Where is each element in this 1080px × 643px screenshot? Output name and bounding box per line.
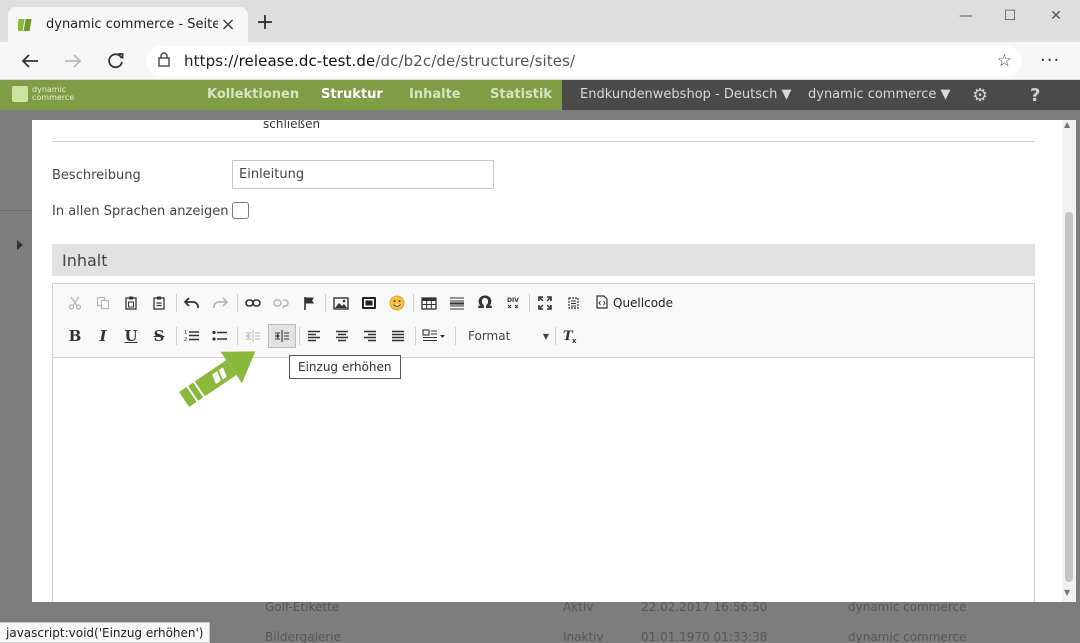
dc-logo-icon	[12, 86, 28, 102]
svg-text:1: 1	[184, 330, 187, 336]
chevron-down-icon: ▼	[542, 331, 549, 341]
maximize-icon[interactable]: ☐	[990, 6, 1030, 26]
format-select-label: Format	[468, 329, 511, 343]
description-input[interactable]: Einleitung	[232, 160, 494, 189]
indent-icon[interactable]	[268, 324, 296, 348]
browser-tab-bar: dynamic commerce - Seiten × + — ☐ ✕	[0, 0, 1080, 42]
all-languages-checkbox[interactable]	[232, 202, 249, 219]
content-section-header: Inhalt	[52, 244, 1035, 276]
list-item-status: Aktiv	[563, 600, 594, 614]
annotation-arrow-icon	[170, 338, 270, 414]
indent-tooltip: Einzug erhöhen	[289, 355, 401, 379]
user-select[interactable]: dynamic commerce ▼	[808, 87, 950, 102]
show-blocks-icon[interactable]	[561, 292, 585, 314]
lock-icon[interactable]	[158, 51, 170, 71]
url-bar[interactable]: https://release.dc-test.de/dc/b2c/de/str…	[146, 46, 1022, 76]
browser-menu-icon[interactable]: ···	[1040, 50, 1060, 71]
format-select[interactable]: Format ▼	[465, 325, 549, 347]
tab-title: dynamic commerce - Seiten	[46, 17, 218, 32]
paste-text-icon[interactable]	[147, 292, 171, 314]
browser-status-bar: javascript:void('Einzug erhöhen')	[0, 622, 211, 643]
strikethrough-button[interactable]: S	[147, 325, 171, 347]
dc-logo[interactable]: dynamic commerce	[12, 86, 74, 102]
align-justify-icon[interactable]	[386, 325, 410, 347]
expand-arrow-icon[interactable]	[17, 240, 23, 250]
help-icon[interactable]: ?	[1030, 85, 1040, 106]
favorite-star-icon[interactable]: ☆	[997, 51, 1012, 71]
image-icon[interactable]	[329, 292, 353, 314]
back-icon[interactable]	[18, 50, 42, 72]
anchor-flag-icon[interactable]	[297, 292, 321, 314]
list-item[interactable]: Bildergalerie	[265, 630, 341, 643]
list-item-date: 01.01.1970 01:33:38	[641, 630, 768, 643]
chevron-down-icon: ▼	[781, 87, 792, 102]
list-item-user: dynamic commerce	[848, 630, 967, 643]
shop-select[interactable]: Endkundenwebshop - Deutsch ▼	[580, 87, 792, 102]
page-scrollbar[interactable]: ▲ ▼	[1062, 120, 1076, 602]
cut-icon[interactable]	[63, 292, 87, 314]
scroll-down-icon[interactable]: ▼	[1064, 588, 1070, 597]
scroll-up-icon[interactable]: ▲	[1064, 120, 1070, 129]
source-code-icon	[596, 294, 608, 312]
remove-format-icon[interactable]: Tx	[558, 325, 582, 347]
link-icon[interactable]	[241, 292, 265, 314]
url-text: https://release.dc-test.de/dc/b2c/de/str…	[184, 52, 576, 70]
app-header-nav-area: dynamic commerce Kollektionen Struktur In…	[0, 80, 562, 110]
align-right-icon[interactable]	[358, 325, 382, 347]
minimize-icon[interactable]: —	[946, 6, 986, 26]
description-label: Beschreibung	[52, 168, 141, 183]
nav-inhalte[interactable]: Inhalte	[409, 87, 461, 102]
special-char-omega-icon[interactable]: Ω	[473, 292, 497, 314]
table-icon[interactable]	[417, 292, 441, 314]
dialog-divider	[52, 141, 1035, 142]
chevron-down-icon: ▼	[940, 87, 951, 102]
all-languages-label: In allen Sprachen anzeigen	[52, 204, 229, 219]
emoji-icon[interactable]	[385, 292, 409, 314]
unlink-icon[interactable]	[269, 292, 293, 314]
dc-favicon-icon	[18, 17, 34, 33]
redo-icon[interactable]	[208, 292, 232, 314]
reload-icon[interactable]	[104, 50, 128, 72]
list-item-status: Inaktiv	[563, 630, 604, 643]
rich-text-editor: Ω DIV Quellcode B I U S 1 2 Format ▼ T x…	[52, 283, 1035, 602]
app-header: dynamic commerce Kollektionen Struktur In…	[0, 80, 1080, 110]
tab-close-icon[interactable]: ×	[218, 14, 238, 35]
align-left-icon[interactable]	[302, 325, 326, 347]
address-toolbar: https://release.dc-test.de/dc/b2c/de/str…	[0, 42, 1080, 80]
scrollbar-thumb[interactable]	[1065, 212, 1073, 582]
svg-text:DIV: DIV	[507, 297, 519, 304]
italic-button[interactable]: I	[91, 325, 115, 347]
backdrop-divider	[0, 210, 32, 211]
svg-text:x: x	[572, 337, 577, 344]
nav-statistik[interactable]: Statistik	[490, 87, 552, 102]
browser-tab[interactable]: dynamic commerce - Seiten ×	[8, 7, 248, 42]
forward-icon[interactable]	[61, 50, 85, 72]
paste-icon[interactable]	[119, 292, 143, 314]
underline-button[interactable]: U	[119, 325, 143, 347]
close-window-icon[interactable]: ✕	[1036, 6, 1076, 26]
nav-struktur[interactable]: Struktur	[321, 87, 383, 102]
horizontal-rule-icon[interactable]	[445, 292, 469, 314]
source-code-button[interactable]: Quellcode	[596, 292, 673, 314]
close-hint-text[interactable]: schließen	[263, 120, 320, 131]
source-code-label: Quellcode	[613, 296, 674, 310]
div-container-icon[interactable]: DIV	[501, 292, 525, 314]
list-item[interactable]: Golf-Etikette	[265, 600, 339, 614]
media-embed-icon[interactable]	[357, 292, 381, 314]
maximize-editor-icon[interactable]	[533, 292, 557, 314]
edit-site-dialog: schließen Beschreibung Einleitung In all…	[32, 120, 1062, 602]
new-tab-icon[interactable]: +	[255, 12, 275, 34]
paragraph-format-icon[interactable]	[419, 325, 449, 347]
list-item-user: dynamic commerce	[848, 600, 967, 614]
nav-kollektionen[interactable]: Kollektionen	[207, 87, 299, 102]
bold-button[interactable]: B	[63, 325, 87, 347]
gear-icon[interactable]: ⚙	[972, 85, 988, 106]
list-item-date: 22.02.2017 16:56:50	[641, 600, 768, 614]
undo-icon[interactable]	[180, 292, 204, 314]
align-center-icon[interactable]	[330, 325, 354, 347]
logo-text-line2: commerce	[32, 93, 75, 102]
copy-icon[interactable]	[91, 292, 115, 314]
